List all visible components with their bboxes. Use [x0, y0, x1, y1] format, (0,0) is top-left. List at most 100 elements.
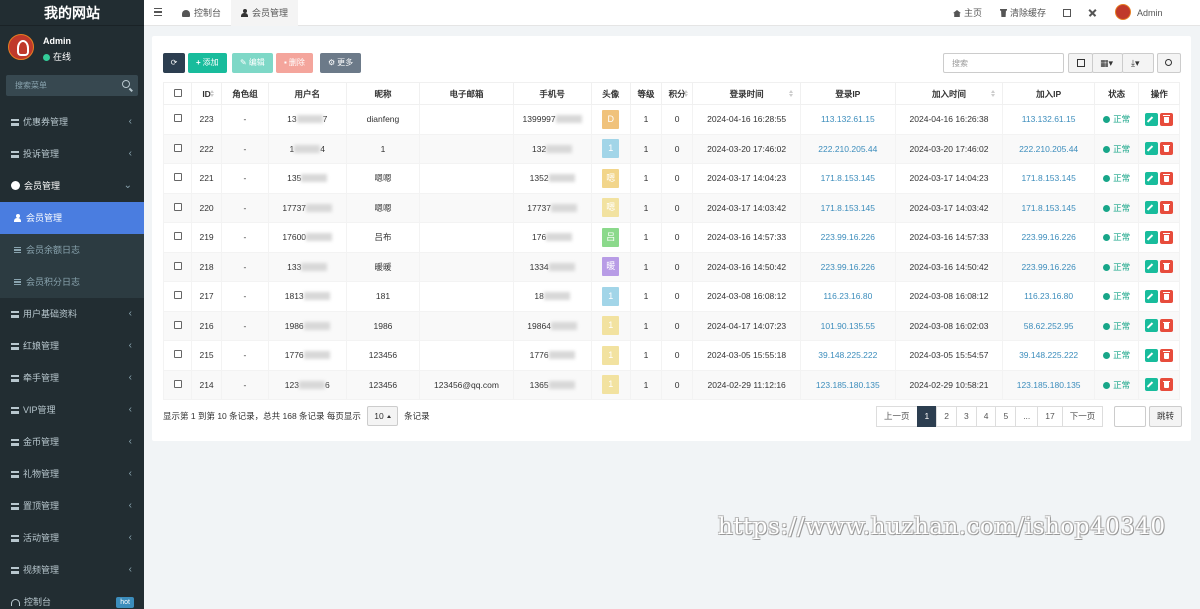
- cell-joinip[interactable]: 116.23.16.80: [1002, 281, 1095, 312]
- checkbox[interactable]: [173, 114, 182, 123]
- select-all-checkbox[interactable]: [162, 82, 193, 105]
- table-row[interactable]: 218-133 暖暖 1334 暖 1 0 2024-03-16 14:50:42 223.9…: [162, 251, 1180, 282]
- checkbox[interactable]: [173, 379, 182, 388]
- menu-search-input[interactable]: [6, 75, 116, 96]
- cell-loginip[interactable]: 113.132.61.15: [800, 104, 896, 135]
- status-badge[interactable]: 正常: [1103, 173, 1130, 183]
- row-checkbox-cell[interactable]: [162, 310, 193, 341]
- cell-joinip[interactable]: 39.148.225.222: [1002, 340, 1095, 371]
- sidebar-item-user-profile[interactable]: 用户基础资料 ‹: [0, 298, 144, 330]
- cell-loginip[interactable]: 171.8.153.145: [800, 163, 896, 194]
- checkbox[interactable]: [173, 261, 182, 270]
- status-badge[interactable]: 正常: [1103, 321, 1130, 331]
- checkbox[interactable]: [173, 232, 182, 241]
- avatar[interactable]: 嗯: [602, 198, 620, 218]
- row-delete-button[interactable]: [1160, 112, 1174, 126]
- ip-link[interactable]: 101.90.135.55: [821, 321, 875, 331]
- cell-loginip[interactable]: 222.210.205.44: [800, 133, 896, 164]
- row-checkbox-cell[interactable]: [162, 133, 193, 164]
- edit-button[interactable]: ✎ 编辑: [232, 53, 273, 73]
- add-button[interactable]: + 添加: [188, 53, 227, 73]
- page-button[interactable]: 5: [995, 406, 1017, 427]
- row-edit-button[interactable]: [1145, 289, 1159, 303]
- cell-loginip[interactable]: 116.23.16.80: [800, 281, 896, 312]
- row-edit-button[interactable]: [1145, 171, 1159, 185]
- row-delete-button[interactable]: [1160, 319, 1174, 333]
- ip-link[interactable]: 223.99.16.226: [1021, 262, 1075, 272]
- sidebar-item-vip[interactable]: VIP管理 ‹: [0, 394, 144, 426]
- status-badge[interactable]: 正常: [1103, 262, 1130, 272]
- fullscreen-button[interactable]: [1088, 0, 1097, 26]
- cell-loginip[interactable]: 223.99.16.226: [800, 251, 896, 282]
- row-checkbox-cell[interactable]: [162, 222, 193, 253]
- ip-link[interactable]: 223.99.16.226: [821, 232, 875, 242]
- prev-page-button[interactable]: 上一页: [876, 406, 918, 427]
- cell-joinip[interactable]: 58.62.252.95: [1002, 310, 1095, 341]
- cell-joinip[interactable]: 222.210.205.44: [1002, 133, 1095, 164]
- cell-joinip[interactable]: 113.132.61.15: [1002, 104, 1095, 135]
- ip-link[interactable]: 222.210.205.44: [818, 144, 877, 154]
- row-checkbox-cell[interactable]: [162, 251, 193, 282]
- table-row[interactable]: 215-1776 123456 1776 1 1 0 2024-03-05 15:55:18…: [162, 340, 1180, 371]
- avatar[interactable]: 1: [602, 375, 620, 395]
- ip-link[interactable]: 222.210.205.44: [1019, 144, 1078, 154]
- next-page-button[interactable]: 下一页: [1061, 406, 1104, 427]
- row-delete-button[interactable]: [1160, 201, 1174, 215]
- checkbox[interactable]: [173, 88, 182, 97]
- row-delete-button[interactable]: [1160, 142, 1174, 156]
- status-badge[interactable]: 正常: [1103, 232, 1130, 242]
- sidebar-item-coins[interactable]: 金币管理 ‹: [0, 426, 144, 458]
- more-button[interactable]: ⚙ 更多: [320, 53, 362, 73]
- row-delete-button[interactable]: [1160, 260, 1174, 274]
- table-row[interactable]: 216-1986 1986 19864 1 1 0 2024-04-17 14:07:23 1…: [162, 310, 1180, 341]
- status-badge[interactable]: 正常: [1103, 291, 1130, 301]
- ip-link[interactable]: 123.185.180.135: [1017, 380, 1081, 390]
- ip-link[interactable]: 123.185.180.135: [816, 380, 880, 390]
- avatar[interactable]: 吕: [602, 227, 620, 247]
- search-icon[interactable]: [122, 80, 130, 88]
- cell-joinip[interactable]: 123.185.180.135: [1002, 369, 1095, 400]
- row-edit-button[interactable]: [1145, 319, 1159, 333]
- home-link[interactable]: 主页: [953, 0, 982, 26]
- page-button[interactable]: 1: [916, 406, 938, 427]
- col-jointime[interactable]: 加入时间: [894, 82, 1004, 105]
- table-row[interactable]: 217-1813 181 18 1 1 0 2024-03-08 16:08:12 116.2…: [162, 281, 1180, 312]
- table-row[interactable]: 222-1 4 1 132 1 1 0 2024-03-20 17:46:02 222.210.…: [162, 133, 1180, 164]
- col-id[interactable]: ID: [191, 82, 223, 105]
- row-delete-button[interactable]: [1160, 230, 1174, 244]
- sidebar-item-coupons[interactable]: 优惠券管理 ‹: [0, 106, 144, 138]
- sidebar-item-activities[interactable]: 活动管理 ‹: [0, 522, 144, 554]
- table-row[interactable]: 223-13 7 dianfeng 1399997 D 1 0 2024-04-16 16:2…: [162, 104, 1180, 135]
- cell-joinip[interactable]: 223.99.16.226: [1002, 251, 1095, 282]
- table-row[interactable]: 219-17600 吕布 176 吕 1 0 2024-03-16 14:57:33 223.…: [162, 222, 1180, 253]
- row-edit-button[interactable]: [1145, 230, 1159, 244]
- page-button[interactable]: 3: [955, 406, 977, 427]
- ip-link[interactable]: 171.8.153.145: [821, 173, 875, 183]
- row-edit-button[interactable]: [1145, 201, 1159, 215]
- delete-button[interactable]: ▪ 删除: [276, 53, 313, 73]
- checkbox[interactable]: [173, 320, 182, 329]
- avatar[interactable]: 1: [602, 345, 620, 365]
- avatar[interactable]: 嗯: [602, 168, 620, 188]
- sidebar-subitem-balance-log[interactable]: 会员余额日志: [0, 234, 144, 266]
- ip-link[interactable]: 171.8.153.145: [1021, 173, 1075, 183]
- row-delete-button[interactable]: [1160, 171, 1174, 185]
- table-row[interactable]: 214-123 6 123456 123456@qq.com 1365 1 1 0 2024-0…: [162, 369, 1180, 400]
- search-button[interactable]: [1157, 53, 1181, 73]
- status-badge[interactable]: 正常: [1103, 114, 1130, 124]
- ip-link[interactable]: 113.132.61.15: [1022, 114, 1076, 124]
- jump-page-input[interactable]: [1114, 406, 1146, 427]
- avatar[interactable]: D: [602, 109, 620, 129]
- col-logintime[interactable]: 登录时间: [692, 82, 802, 105]
- row-delete-button[interactable]: [1160, 348, 1174, 362]
- ip-link[interactable]: 223.99.16.226: [821, 262, 875, 272]
- ip-link[interactable]: 171.8.153.145: [821, 203, 875, 213]
- table-search-input[interactable]: [943, 53, 1064, 73]
- site-logo[interactable]: 我的网站: [0, 0, 144, 26]
- cell-loginip[interactable]: 101.90.135.55: [800, 310, 896, 341]
- row-edit-button[interactable]: [1145, 378, 1159, 392]
- checkbox[interactable]: [173, 350, 182, 359]
- jump-button[interactable]: 跳转: [1149, 406, 1182, 427]
- sidebar-item-members[interactable]: 会员管理 ⌄: [0, 170, 144, 202]
- cell-loginip[interactable]: 39.148.225.222: [800, 340, 896, 371]
